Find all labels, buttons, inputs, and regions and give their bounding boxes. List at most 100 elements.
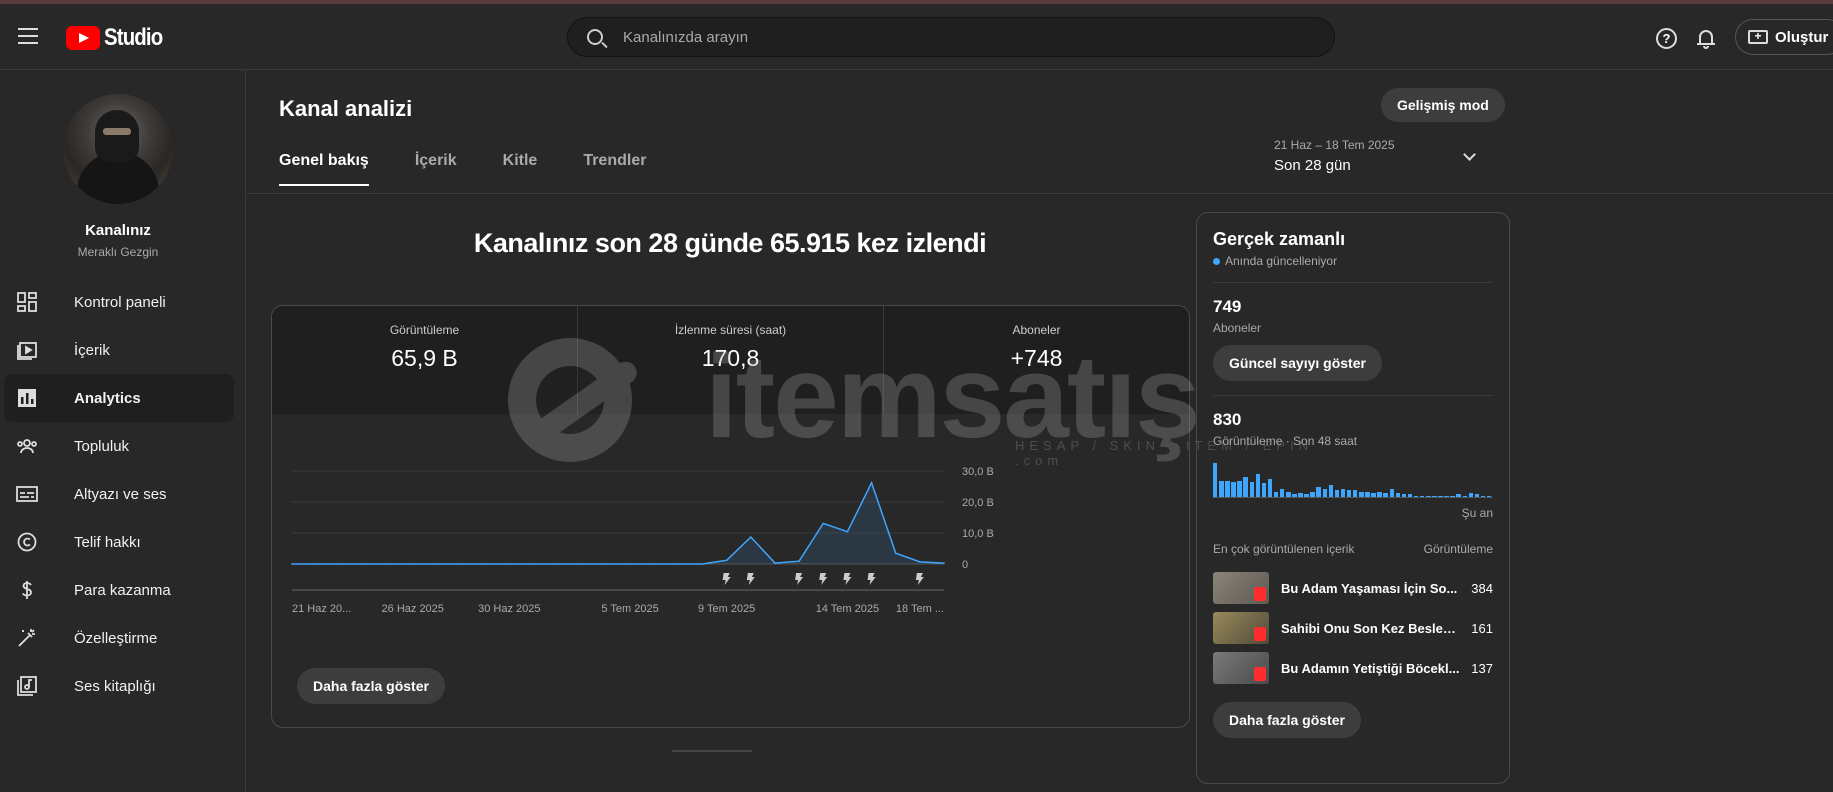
sidebar-item-label: Kontrol paneli: [74, 293, 166, 311]
main-content: Kanal analizi Gelişmiş mod Genel bakış İ…: [247, 70, 1833, 792]
realtime-bar: [1444, 495, 1449, 497]
video-thumbnail: [1213, 612, 1269, 644]
advanced-mode-button[interactable]: Gelişmiş mod: [1381, 88, 1505, 122]
data-point: [339, 563, 342, 565]
sidebar-item-audio-library[interactable]: Ses kitaplığı: [4, 662, 234, 710]
tab-overview[interactable]: Genel bakış: [279, 152, 369, 186]
data-point: [411, 563, 414, 565]
realtime-bar: [1395, 492, 1401, 497]
data-point: [315, 563, 317, 565]
video-views: 161: [1471, 620, 1493, 636]
notifications-bell-icon[interactable]: [1697, 28, 1715, 49]
help-icon[interactable]: ?: [1656, 28, 1677, 49]
views-column-label: Görüntüleme: [1423, 542, 1493, 556]
search-icon[interactable]: [587, 29, 603, 45]
top-content-label: En çok görüntülenen içerik: [1213, 542, 1355, 556]
realtime-bar: [1213, 463, 1218, 497]
sidebar-item-content[interactable]: İçerik: [4, 326, 234, 374]
realtime-views-value: 830: [1213, 410, 1242, 429]
metric-views[interactable]: Görüntüleme 65,9 B: [272, 306, 578, 414]
data-point: [629, 563, 631, 565]
realtime-bar: [1365, 491, 1370, 497]
show-more-button[interactable]: Daha fazla göster: [297, 668, 445, 704]
video-title: Sahibi Onu Son Kez Besled...: [1281, 620, 1462, 636]
search-input[interactable]: [623, 18, 1313, 56]
top-video-row[interactable]: Bu Adamın Yetiştiği Böcekl... 137: [1213, 648, 1493, 688]
sidebar-item-label: Ses kitaplığı: [74, 677, 156, 695]
sidebar-item-community[interactable]: Topluluk: [4, 422, 234, 470]
realtime-bar: [1292, 494, 1297, 497]
tab-content[interactable]: İçerik: [415, 152, 457, 186]
realtime-title: Gerçek zamanlı: [1213, 229, 1346, 249]
audio-library-icon: [16, 675, 38, 697]
metric-label: İzlenme süresi (saat): [674, 323, 787, 337]
sidebar-item-monetization[interactable]: Para kazanma: [4, 566, 234, 614]
data-point: [774, 562, 776, 564]
menu-icon[interactable]: [18, 28, 38, 44]
views-line-chart[interactable]: 30,0 B 20,0 B 10,0 B 0 21 Haz 20... 26 Haz 20…: [272, 461, 1190, 631]
sidebar-item-copyright[interactable]: Telif hakkı: [4, 518, 234, 566]
realtime-bar: [1310, 491, 1315, 497]
overview-card: Görüntüleme 65,9 B İzlenme süresi (saat)…: [271, 305, 1190, 728]
realtime-bar: [1468, 492, 1474, 497]
realtime-bar: [1353, 490, 1358, 497]
sidebar-item-dashboard[interactable]: Kontrol paneli: [4, 278, 234, 326]
realtime-now-label: Şu an: [1461, 506, 1493, 520]
short-video-marker-icon: [722, 573, 731, 585]
realtime-bar: [1383, 492, 1388, 497]
tab-trends[interactable]: Trendler: [583, 152, 646, 186]
realtime-bar: [1279, 488, 1285, 497]
x-tick-label: 30 Haz 2025: [478, 603, 540, 615]
create-button[interactable]: + Oluştur: [1735, 19, 1833, 55]
scroll-indicator: [672, 750, 752, 752]
realtime-bar: [1359, 491, 1364, 497]
tab-audience[interactable]: Kitle: [503, 152, 538, 186]
analytics-icon: [16, 387, 38, 409]
realtime-bar: [1316, 487, 1321, 497]
video-views: 384: [1471, 580, 1493, 596]
logo-text: Studio: [104, 24, 163, 51]
sidebar-nav: Kontrol paneli İçerik Analytics Topluluk…: [4, 278, 234, 710]
x-tick-label: 14 Tem 2025: [816, 603, 879, 615]
data-point: [677, 563, 680, 565]
sidebar-item-label: Telif hakkı: [74, 533, 141, 551]
realtime-bar-chart[interactable]: [1213, 463, 1493, 498]
top-header: Studio ? + Oluştur: [0, 4, 1833, 70]
realtime-bar: [1419, 495, 1425, 497]
x-tick-label: 26 Haz 2025: [382, 603, 444, 615]
sidebar-item-subtitles[interactable]: Altyazı ve ses: [4, 470, 234, 518]
data-point: [653, 563, 656, 565]
realtime-bar: [1255, 473, 1261, 497]
sidebar-item-analytics[interactable]: Analytics: [4, 374, 234, 422]
realtime-subscribers-value: 749: [1213, 297, 1242, 316]
realtime-bar: [1486, 495, 1492, 497]
data-point: [943, 562, 945, 564]
channel-avatar[interactable]: [63, 94, 173, 204]
video-thumbnail: [1213, 572, 1269, 604]
realtime-bar: [1407, 494, 1413, 497]
x-tick-label: 21 Haz 20...: [292, 603, 351, 615]
realtime-bar: [1371, 492, 1376, 497]
subtitles-icon: [16, 483, 38, 505]
short-video-marker-icon: [843, 573, 852, 585]
short-video-marker-icon: [915, 573, 924, 585]
realtime-live-status: Anında güncelleniyor: [1213, 254, 1493, 268]
studio-logo[interactable]: Studio: [66, 24, 173, 52]
sidebar-item-label: Altyazı ve ses: [74, 485, 167, 503]
search-bar[interactable]: [567, 17, 1335, 57]
video-title: Bu Adam Yaşaması İçin So...: [1281, 580, 1458, 596]
sidebar-item-label: İçerik: [74, 341, 110, 359]
realtime-show-more-button[interactable]: Daha fazla göster: [1213, 702, 1361, 738]
sidebar-item-customization[interactable]: Özelleştirme: [4, 614, 234, 662]
series-area: [292, 482, 944, 564]
show-current-count-button[interactable]: Güncel sayıyı göster: [1213, 345, 1382, 381]
customization-icon: [16, 627, 38, 649]
top-video-row[interactable]: Bu Adam Yaşaması İçin So... 384: [1213, 568, 1493, 608]
metric-subscribers[interactable]: Aboneler +748: [884, 306, 1189, 414]
realtime-bar: [1273, 491, 1279, 497]
realtime-bar: [1346, 490, 1352, 497]
metric-watch-time[interactable]: İzlenme süresi (saat) 170,8: [578, 306, 884, 414]
date-range-selector[interactable]: 21 Haz – 18 Tem 2025 Son 28 gün: [1274, 138, 1504, 178]
top-video-row[interactable]: Sahibi Onu Son Kez Besled... 161: [1213, 608, 1493, 648]
video-title: Bu Adamın Yetiştiği Böcekl...: [1281, 660, 1460, 676]
